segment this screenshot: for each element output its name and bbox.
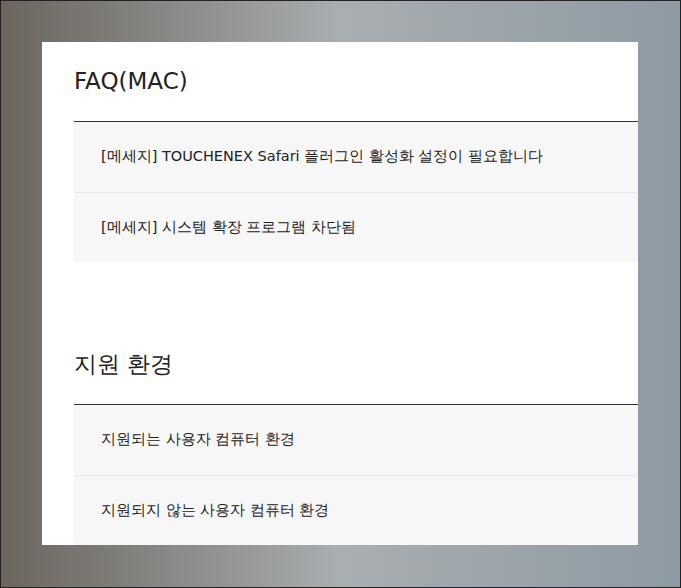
faq-section: 지원 환경지원되는 사용자 컴퓨터 환경지원되지 않는 사용자 컴퓨터 환경 [74,325,638,545]
faq-item[interactable]: [메세지] TOUCHENEX Safari 플러그인 활성화 설정이 필요합니… [74,122,638,192]
faq-section: FAQ(MAC)[메세지] TOUCHENEX Safari 플러그인 활성화 … [74,42,638,262]
section-title: FAQ(MAC) [74,42,638,122]
faq-item[interactable]: 지원되는 사용자 컴퓨터 환경 [74,405,638,475]
section-title: 지원 환경 [74,325,638,405]
faq-item[interactable]: [메세지] 시스템 확장 프로그램 차단됨 [74,192,638,262]
background-photo: FAQ(MAC)[메세지] TOUCHENEX Safari 플러그인 활성화 … [0,0,681,588]
faq-card: FAQ(MAC)[메세지] TOUCHENEX Safari 플러그인 활성화 … [42,42,638,545]
faq-item[interactable]: 지원되지 않는 사용자 컴퓨터 환경 [74,475,638,545]
